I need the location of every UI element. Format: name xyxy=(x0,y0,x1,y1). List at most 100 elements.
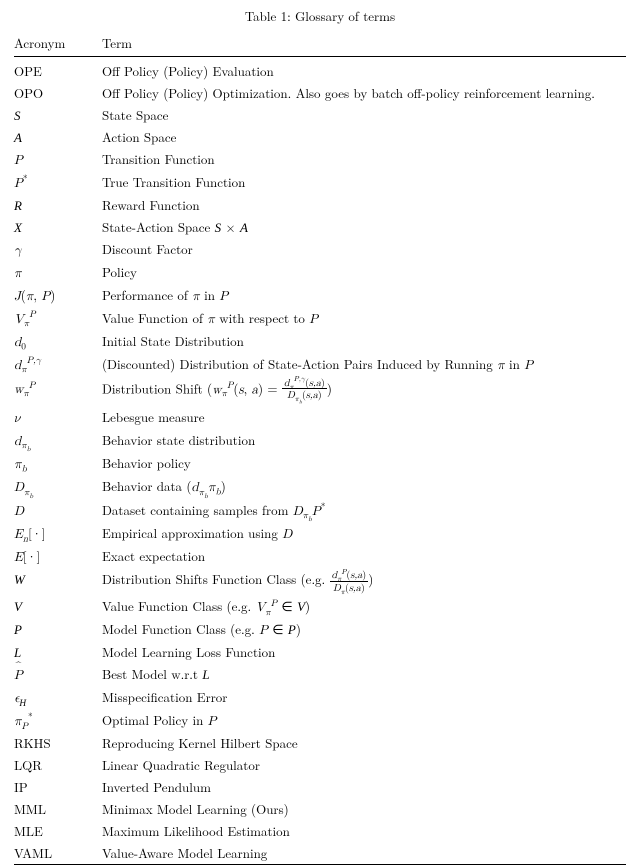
table-row: SState Space xyxy=(14,103,626,125)
term-cell: Maximum Likelihood Estimation xyxy=(102,820,626,842)
table-row: VπPValue Function of π with respect to P xyxy=(14,306,626,329)
acronym-cell: πP* xyxy=(14,709,102,732)
acronym-cell: IP xyxy=(14,776,102,798)
table-row: WDistribution Shifts Function Class (e.g… xyxy=(14,567,626,594)
term-cell: Transition Function xyxy=(102,147,626,170)
term-cell: Reward Function xyxy=(102,193,626,215)
acronym-cell: Dπb xyxy=(14,475,102,498)
table-row: πPolicy xyxy=(14,260,626,283)
term-cell: Minimax Model Learning (Ours) xyxy=(102,798,626,820)
header-row: Acronym Term xyxy=(14,29,626,57)
table-row: OPEOff Policy (Policy) Evaluation xyxy=(14,59,626,81)
table-row: γDiscount Factor xyxy=(14,237,626,260)
term-cell: Inverted Pendulum xyxy=(102,776,626,798)
acronym-cell: MML xyxy=(14,798,102,820)
table-row: d0Initial State Distribution xyxy=(14,329,626,352)
table-row: πbBehavior policy xyxy=(14,452,626,475)
glossary-table: Acronym Term OPEOff Policy (Policy) Eval… xyxy=(14,29,626,865)
acronym-cell: dπP,γ xyxy=(14,352,102,375)
table-row: PModel Function Class (e.g. P ∈ P) xyxy=(14,618,626,641)
acronym-cell: J(π, P) xyxy=(14,283,102,306)
term-cell: Value Function of π with respect to P xyxy=(102,306,626,329)
table-row: VAMLValue-Aware Model Learning xyxy=(14,842,626,864)
term-cell: Dataset containing samples from DπbP* xyxy=(102,498,626,521)
term-cell: Reproducing Kernel Hilbert Space xyxy=(102,732,626,754)
term-cell: State-Action Space S × A xyxy=(102,215,626,237)
term-cell: Behavior state distribution xyxy=(102,428,626,451)
acronym-cell: π xyxy=(14,260,102,283)
acronym-cell: d0 xyxy=(14,329,102,352)
term-cell: Lebesgue measure xyxy=(102,405,626,428)
acronym-cell: LQR xyxy=(14,754,102,776)
table-row: XState-Action Space S × A xyxy=(14,215,626,237)
table-row: ϵHMisspecification Error xyxy=(14,686,626,709)
acronym-cell: W xyxy=(14,567,102,594)
acronym-cell: OPE xyxy=(14,59,102,81)
term-cell: Off Policy (Policy) Optimization. Also g… xyxy=(102,81,626,103)
term-cell: Off Policy (Policy) Evaluation xyxy=(102,59,626,81)
acronym-cell: L xyxy=(14,641,102,663)
header-acronym: Acronym xyxy=(14,29,102,57)
table-caption: Table 1: Glossary of terms xyxy=(0,6,640,25)
acronym-cell: E[·] xyxy=(14,544,102,567)
acronym-cell: X xyxy=(14,215,102,237)
table-row: MMLMinimax Model Learning (Ours) xyxy=(14,798,626,820)
term-cell: Linear Quadratic Regulator xyxy=(102,754,626,776)
table-row: VValue Function Class (e.g. VπP ∈ V) xyxy=(14,595,626,618)
term-cell: State Space xyxy=(102,103,626,125)
acronym-cell: πb xyxy=(14,452,102,475)
spacer-row xyxy=(14,864,626,865)
acronym-cell: P xyxy=(14,147,102,170)
table-row: E[·]Exact expectation xyxy=(14,544,626,567)
acronym-cell: P* xyxy=(14,170,102,193)
acronym-cell: γ xyxy=(14,237,102,260)
acronym-cell: VπP xyxy=(14,306,102,329)
acronym-cell: P xyxy=(14,618,102,641)
acronym-cell: R xyxy=(14,193,102,215)
table-row: P*True Transition Function xyxy=(14,170,626,193)
term-cell: Discount Factor xyxy=(102,237,626,260)
table-row: LQRLinear Quadratic Regulator xyxy=(14,754,626,776)
table-row: IPInverted Pendulum xyxy=(14,776,626,798)
term-cell: Best Model w.r.t L xyxy=(102,663,626,686)
acronym-cell: VAML xyxy=(14,842,102,864)
term-cell: Model Learning Loss Function xyxy=(102,641,626,663)
table-row: wπPDistribution Shift (wπP(s, a) = dπP,γ… xyxy=(14,375,626,405)
table-row: DπbBehavior data (dπbπb) xyxy=(14,475,626,498)
term-cell: Behavior policy xyxy=(102,452,626,475)
acronym-cell: ν xyxy=(14,405,102,428)
term-cell: Value-Aware Model Learning xyxy=(102,842,626,864)
table-row: J(π, P)Performance of π in P xyxy=(14,283,626,306)
acronym-cell: ϵH xyxy=(14,686,102,709)
acronym-cell: RKHS xyxy=(14,732,102,754)
term-cell: Behavior data (dπbπb) xyxy=(102,475,626,498)
term-cell: Action Space xyxy=(102,125,626,147)
table-row: πP*Optimal Policy in P xyxy=(14,709,626,732)
term-cell: Model Function Class (e.g. P ∈ P) xyxy=(102,618,626,641)
table-row: PTransition Function xyxy=(14,147,626,170)
term-cell: Performance of π in P xyxy=(102,283,626,306)
acronym-cell: P xyxy=(14,663,102,686)
table-row: LModel Learning Loss Function xyxy=(14,641,626,663)
acronym-cell: A xyxy=(14,125,102,147)
term-cell: Exact expectation xyxy=(102,544,626,567)
term-cell: True Transition Function xyxy=(102,170,626,193)
term-cell: Empirical approximation using D xyxy=(102,521,626,544)
acronym-cell: dπb xyxy=(14,428,102,451)
table-row: dπbBehavior state distribution xyxy=(14,428,626,451)
table-row: MLEMaximum Likelihood Estimation xyxy=(14,820,626,842)
table-row: OPOOff Policy (Policy) Optimization. Als… xyxy=(14,81,626,103)
acronym-cell: MLE xyxy=(14,820,102,842)
table-row: RKHSReproducing Kernel Hilbert Space xyxy=(14,732,626,754)
term-cell: (Discounted) Distribution of State-Actio… xyxy=(102,352,626,375)
term-cell: Distribution Shifts Function Class (e.g.… xyxy=(102,567,626,594)
acronym-cell: wπP xyxy=(14,375,102,405)
term-cell: Policy xyxy=(102,260,626,283)
acronym-cell: En[·] xyxy=(14,521,102,544)
term-cell: Initial State Distribution xyxy=(102,329,626,352)
table-row: En[·]Empirical approximation using D xyxy=(14,521,626,544)
table-row: νLebesgue measure xyxy=(14,405,626,428)
term-cell: Value Function Class (e.g. VπP ∈ V) xyxy=(102,595,626,618)
table-row: RReward Function xyxy=(14,193,626,215)
table-row: DDataset containing samples from DπbP* xyxy=(14,498,626,521)
